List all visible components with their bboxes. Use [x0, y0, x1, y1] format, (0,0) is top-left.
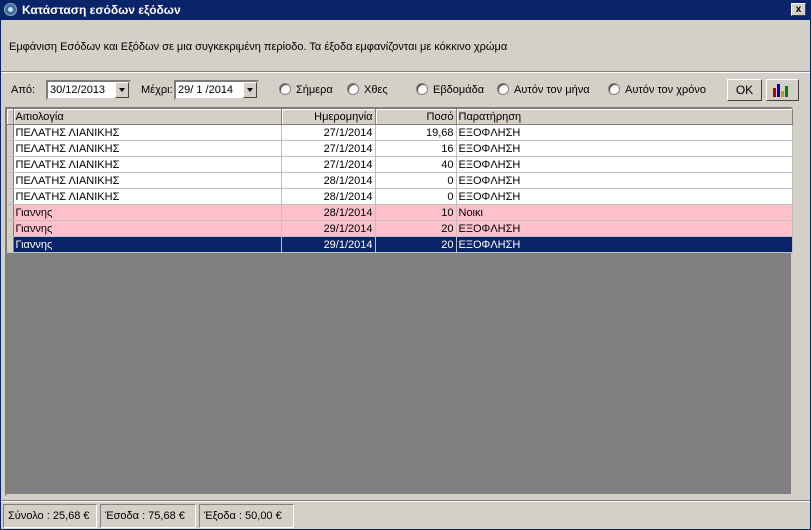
window-title: Κατάσταση εσόδων εξόδων: [22, 3, 181, 17]
data-grid[interactable]: Αιτιολογία Ημερομηνία Ποσό Παρατήρηση ΠΕ…: [5, 107, 793, 496]
description-text: Εμφάνιση Εσόδων και Εξόδων σε μια συγκεκ…: [9, 41, 508, 53]
cell-amount[interactable]: 0: [375, 172, 457, 189]
chevron-down-icon[interactable]: [243, 82, 257, 98]
table-row[interactable]: ΠΕΛΑΤΗΣ ΛΙΑΝΙΚΗΣ 27/1/2014 40 ΕΞΟΦΛΗΣΗ: [7, 156, 793, 173]
from-label: Από:: [11, 84, 36, 96]
data-table: Αιτιολογία Ημερομηνία Ποσό Παρατήρηση ΠΕ…: [7, 109, 793, 253]
radio-this-year-label[interactable]: Αυτόν τον χρόνο: [625, 84, 706, 96]
cell-note[interactable]: ΕΞΟΦΛΗΣΗ: [456, 236, 793, 253]
cell-description[interactable]: ΠΕΛΑΤΗΣ ΛΙΑΝΙΚΗΣ: [13, 172, 282, 189]
table-row[interactable]: ΠΕΛΑΤΗΣ ΛΙΑΝΙΚΗΣ 27/1/2014 16 ΕΞΟΦΛΗΣΗ: [7, 140, 793, 157]
bar-chart-icon: [773, 83, 789, 97]
cell-description[interactable]: ΠΕΛΑΤΗΣ ΛΙΑΝΙΚΗΣ: [13, 156, 282, 173]
cell-amount[interactable]: 19,68: [375, 124, 457, 141]
radio-this-year[interactable]: [608, 83, 620, 95]
status-expenses: Έξοδα : 50,00 €: [199, 504, 294, 528]
cell-note[interactable]: ΕΞΟΦΛΗΣΗ: [456, 124, 793, 141]
window: Κατάσταση εσόδων εξόδων x Εμφάνιση Εσόδω…: [0, 0, 811, 530]
table-row[interactable]: ΠΕΛΑΤΗΣ ΛΙΑΝΙΚΗΣ 28/1/2014 0 ΕΞΟΦΛΗΣΗ: [7, 188, 793, 205]
radio-yesterday-label[interactable]: Χθες: [364, 84, 388, 96]
to-date-picker[interactable]: 29/ 1 /2014: [174, 80, 259, 100]
radio-yesterday[interactable]: [347, 83, 359, 95]
cell-note[interactable]: ΕΞΟΦΛΗΣΗ: [456, 188, 793, 205]
cell-note[interactable]: Νοικι: [456, 204, 793, 221]
column-header-description[interactable]: Αιτιολογία: [13, 109, 282, 125]
radio-today[interactable]: [279, 83, 291, 95]
table-row[interactable]: ΠΕΛΑΤΗΣ ΛΙΑΝΙΚΗΣ 28/1/2014 0 ΕΞΟΦΛΗΣΗ: [7, 172, 793, 189]
separator: [1, 71, 810, 73]
from-date-picker[interactable]: 30/12/2013: [46, 80, 131, 100]
to-label: Μέχρι:: [141, 84, 173, 96]
cell-date[interactable]: 29/1/2014: [281, 236, 376, 253]
cell-note[interactable]: ΕΞΟΦΛΗΣΗ: [456, 172, 793, 189]
radio-today-label[interactable]: Σήμερα: [296, 84, 333, 96]
header-row: Αιτιολογία Ημερομηνία Ποσό Παρατήρηση: [7, 109, 793, 125]
chart-button[interactable]: [766, 79, 799, 101]
radio-this-month-label[interactable]: Αυτόν τον μήνα: [514, 84, 590, 96]
to-date-value: 29/ 1 /2014: [178, 84, 234, 96]
table-row[interactable]: Γιαννης 29/1/2014 20 ΕΞΟΦΛΗΣΗ: [7, 220, 793, 237]
table-row[interactable]: ΠΕΛΑΤΗΣ ΛΙΑΝΙΚΗΣ 27/1/2014 19,68 ΕΞΟΦΛΗΣΗ: [7, 124, 793, 141]
cell-amount[interactable]: 10: [375, 204, 457, 221]
cell-description[interactable]: ΠΕΛΑΤΗΣ ΛΙΑΝΙΚΗΣ: [13, 140, 282, 157]
cell-description[interactable]: ΠΕΛΑΤΗΣ ΛΙΑΝΙΚΗΣ: [13, 124, 282, 141]
cell-note[interactable]: ΕΞΟΦΛΗΣΗ: [456, 156, 793, 173]
cell-note[interactable]: ΕΞΟΦΛΗΣΗ: [456, 140, 793, 157]
title-bar: Κατάσταση εσόδων εξόδων x: [1, 1, 810, 20]
status-income: Έσοδα : 75,68 €: [100, 504, 196, 528]
cell-date[interactable]: 28/1/2014: [281, 204, 376, 221]
chevron-down-icon[interactable]: [115, 82, 129, 98]
cell-date[interactable]: 27/1/2014: [281, 156, 376, 173]
cell-date[interactable]: 28/1/2014: [281, 188, 376, 205]
cell-description[interactable]: Γιαννης: [13, 220, 282, 237]
radio-week[interactable]: [416, 83, 428, 95]
cell-date[interactable]: 27/1/2014: [281, 140, 376, 157]
column-header-date[interactable]: Ημερομηνία: [281, 109, 376, 125]
status-total: Σύνολο : 25,68 €: [3, 504, 97, 528]
cell-amount[interactable]: 0: [375, 188, 457, 205]
cell-amount[interactable]: 40: [375, 156, 457, 173]
cell-note[interactable]: ΕΞΟΦΛΗΣΗ: [456, 220, 793, 237]
close-button[interactable]: x: [791, 3, 806, 16]
cell-date[interactable]: 27/1/2014: [281, 124, 376, 141]
cell-description[interactable]: Γιαννης: [13, 236, 282, 253]
separator: [1, 500, 810, 502]
cell-amount[interactable]: 16: [375, 140, 457, 157]
ok-button[interactable]: OK: [727, 79, 762, 101]
cell-amount[interactable]: 20: [375, 236, 457, 253]
table-row[interactable]: Γιαννης 28/1/2014 10 Νοικι: [7, 204, 793, 221]
cell-amount[interactable]: 20: [375, 220, 457, 237]
from-date-value: 30/12/2013: [50, 84, 106, 96]
cell-date[interactable]: 29/1/2014: [281, 220, 376, 237]
column-header-note[interactable]: Παρατήρηση: [456, 109, 793, 125]
cell-date[interactable]: 28/1/2014: [281, 172, 376, 189]
cell-description[interactable]: ΠΕΛΑΤΗΣ ΛΙΑΝΙΚΗΣ: [13, 188, 282, 205]
table-row[interactable]: Γιαννης 29/1/2014 20 ΕΞΟΦΛΗΣΗ: [7, 236, 793, 253]
column-header-amount[interactable]: Ποσό: [375, 109, 457, 125]
radio-this-month[interactable]: [497, 83, 509, 95]
radio-week-label[interactable]: Εβδομάδα: [433, 84, 484, 96]
app-icon: [4, 3, 17, 16]
cell-description[interactable]: Γιαννης: [13, 204, 282, 221]
